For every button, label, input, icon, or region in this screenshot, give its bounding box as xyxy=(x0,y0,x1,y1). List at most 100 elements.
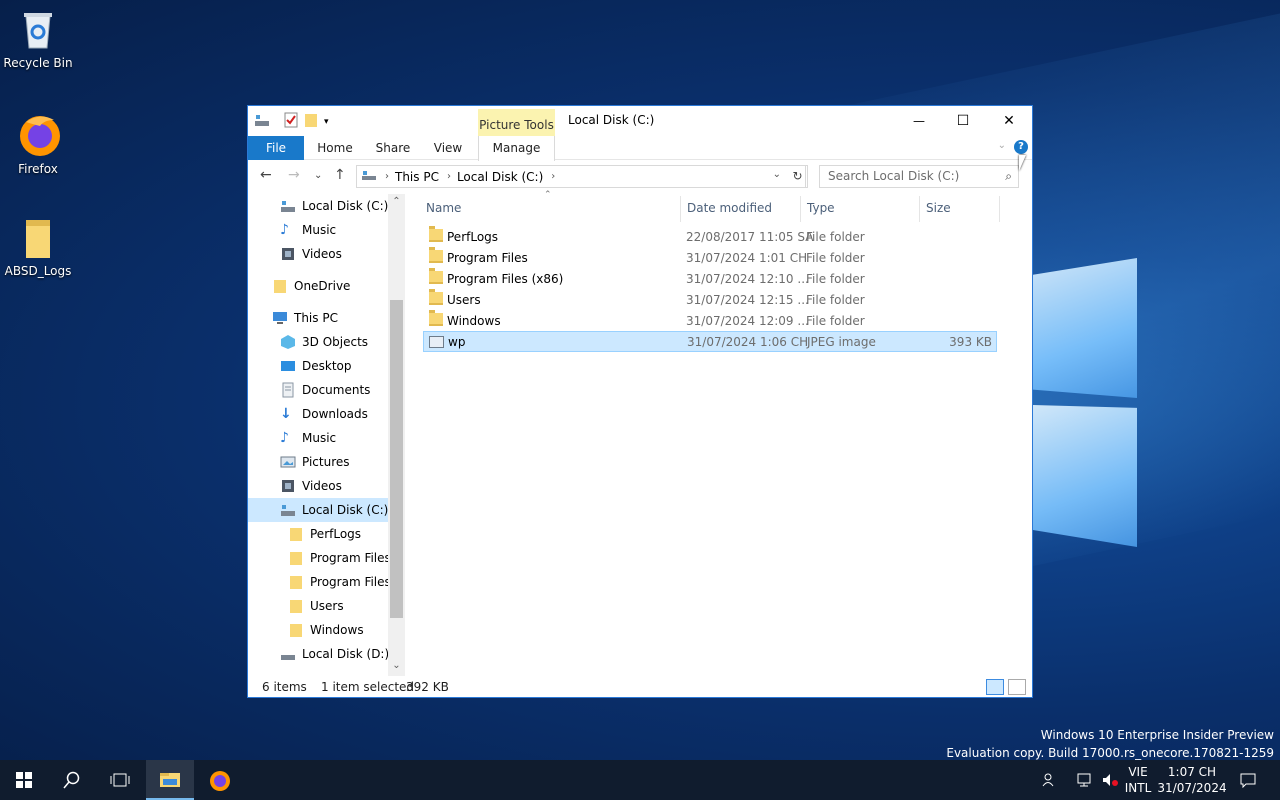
nav-item[interactable]: Desktop xyxy=(248,354,388,378)
large-icons-view-button[interactable] xyxy=(1008,679,1026,695)
file-type: File folder xyxy=(806,271,865,286)
maximize-button[interactable]: ☐ xyxy=(940,106,986,136)
tray-input-language[interactable]: VIE INTL xyxy=(1124,760,1152,800)
nav-item-label: Local Disk (D:) xyxy=(302,647,388,661)
back-button[interactable]: ← xyxy=(260,167,272,183)
tray-volume[interactable] xyxy=(1100,760,1120,800)
nav-item[interactable]: Videos xyxy=(248,242,388,266)
nav-item[interactable]: Pictures xyxy=(248,450,388,474)
folder-icon xyxy=(429,268,443,284)
nav-item[interactable]: Videos xyxy=(248,474,388,498)
help-icon[interactable]: ? xyxy=(1014,140,1028,154)
file-date: 31/07/2024 12:10 ... xyxy=(686,271,809,286)
refresh-button[interactable]: ↻ xyxy=(788,165,808,188)
file-name: wp xyxy=(448,334,466,349)
title-bar[interactable]: ▾ Picture Tools Local Disk (C:) — ☐ ✕ xyxy=(248,106,1032,136)
nav-item-label: 3D Objects xyxy=(302,335,369,349)
nav-item[interactable]: PerfLogs xyxy=(248,522,388,546)
search-placeholder: Search Local Disk (C:) xyxy=(828,169,960,183)
scroll-down-icon[interactable]: ⌄ xyxy=(388,660,405,671)
nav-item[interactable]: Program Files xyxy=(248,546,388,570)
clock-date: 31/07/2024 xyxy=(1157,781,1227,795)
nav-item-label: OneDrive xyxy=(294,279,351,293)
tray-action-center[interactable] xyxy=(1236,760,1260,800)
up-button[interactable]: ↑ xyxy=(334,167,346,183)
nav-item[interactable]: ↓ Downloads xyxy=(248,402,388,426)
properties-icon[interactable] xyxy=(284,112,298,131)
scrollbar-thumb[interactable] xyxy=(390,300,403,618)
search-icon: ⌕ xyxy=(1005,169,1012,183)
nav-item[interactable]: ♪ Music xyxy=(248,218,388,242)
customize-qat-icon[interactable]: ▾ xyxy=(324,117,329,127)
breadcrumb-separator[interactable]: › xyxy=(385,171,389,182)
tab-manage[interactable]: Manage xyxy=(478,136,555,161)
new-folder-icon[interactable] xyxy=(304,112,318,131)
language-code: VIE xyxy=(1128,765,1148,779)
search-input[interactable]: Search Local Disk (C:) ⌕ xyxy=(819,165,1019,188)
breadcrumb-separator[interactable]: › xyxy=(551,171,555,182)
desktop-icon-absd-logs[interactable]: ABSD_Logs xyxy=(0,216,76,278)
file-row[interactable]: Users 31/07/2024 12:15 ... File folder xyxy=(423,289,997,310)
windows-logo-icon xyxy=(16,772,32,788)
tray-people[interactable] xyxy=(1040,760,1060,800)
nav-item[interactable]: 3D Objects xyxy=(248,330,388,354)
nav-item[interactable]: Documents xyxy=(248,378,388,402)
taskbar-firefox[interactable] xyxy=(196,760,244,800)
folder-icon xyxy=(429,247,443,263)
forward-button[interactable]: → xyxy=(288,167,300,183)
nav-item[interactable]: Program Files ( xyxy=(248,570,388,594)
column-headers: Name ⌃ Date modified Type Size xyxy=(420,190,1000,222)
tab-share[interactable]: Share xyxy=(368,136,418,160)
nav-item[interactable]: Windows xyxy=(248,618,388,642)
file-date: 31/07/2024 12:15 ... xyxy=(686,292,809,307)
task-view-button[interactable] xyxy=(96,760,144,800)
taskbar-file-explorer[interactable] xyxy=(146,760,194,800)
details-view-button[interactable] xyxy=(986,679,1004,695)
expand-ribbon-icon[interactable]: ⌄ xyxy=(998,140,1006,151)
drive-icon[interactable] xyxy=(254,113,270,130)
address-bar[interactable]: › This PC › Local Disk (C:) › ⌄ xyxy=(356,165,806,188)
desktop-icon-firefox[interactable]: Firefox xyxy=(0,110,76,176)
ribbon-tabs: File Home Share View Manage ⌄ ? xyxy=(248,136,1032,161)
breadcrumb-separator[interactable]: › xyxy=(447,171,451,182)
3d-objects-icon xyxy=(280,334,296,350)
tray-clock[interactable]: 1:07 CH 31/07/2024 xyxy=(1157,760,1227,800)
nav-item[interactable]: Local Disk (C:) xyxy=(248,194,388,218)
start-button[interactable] xyxy=(0,760,48,800)
nav-item-selected[interactable]: Local Disk (C:) xyxy=(248,498,388,522)
nav-item[interactable]: Users xyxy=(248,594,388,618)
nav-item-label: Local Disk (C:) xyxy=(302,199,388,213)
address-dropdown-icon[interactable]: ⌄ xyxy=(773,169,781,180)
tray-network[interactable] xyxy=(1075,760,1095,800)
tab-home[interactable]: Home xyxy=(310,136,360,160)
selection-count: 1 item selected xyxy=(321,680,415,694)
navigation-bar: ← → ⌄ ↑ › This PC › Local Disk (C:) › ⌄ … xyxy=(248,163,1032,191)
breadcrumb-this-pc[interactable]: This PC xyxy=(395,170,439,184)
videos-icon xyxy=(280,246,296,262)
nav-item[interactable]: Local Disk (D:) xyxy=(248,642,388,666)
nav-item[interactable]: This PC xyxy=(248,306,388,330)
minimize-button[interactable]: — xyxy=(896,106,942,136)
nav-item[interactable]: OneDrive xyxy=(248,274,388,298)
selection-size: 392 KB xyxy=(406,680,449,694)
column-header-date[interactable]: Date modified xyxy=(681,196,801,222)
file-row[interactable]: Program Files 31/07/2024 1:01 CH File fo… xyxy=(423,247,997,268)
column-header-type[interactable]: Type xyxy=(801,196,920,222)
tab-view[interactable]: View xyxy=(424,136,472,160)
file-row[interactable]: Program Files (x86) 31/07/2024 12:10 ...… xyxy=(423,268,997,289)
column-header-size[interactable]: Size xyxy=(920,196,1000,222)
breadcrumb-local-disk[interactable]: Local Disk (C:) xyxy=(457,170,543,184)
nav-item-label: Downloads xyxy=(302,407,368,421)
desktop-icon-recycle-bin[interactable]: Recycle Bin xyxy=(0,8,76,70)
tab-file[interactable]: File xyxy=(248,136,304,160)
pictures-icon xyxy=(280,454,296,470)
file-row-selected[interactable]: wp 31/07/2024 1:06 CH JPEG image 393 KB xyxy=(423,331,997,352)
recent-locations-button[interactable]: ⌄ xyxy=(314,170,322,181)
file-row[interactable]: PerfLogs 22/08/2017 11:05 SA File folder xyxy=(423,226,997,247)
nav-item[interactable]: ♪ Music xyxy=(248,426,388,450)
file-row[interactable]: Windows 31/07/2024 12:09 ... File folder xyxy=(423,310,997,331)
close-button[interactable]: ✕ xyxy=(986,106,1032,136)
nav-pane-scrollbar[interactable]: ⌃ ⌄ xyxy=(388,194,405,676)
search-button[interactable] xyxy=(48,760,96,800)
scroll-up-icon[interactable]: ⌃ xyxy=(388,196,405,207)
